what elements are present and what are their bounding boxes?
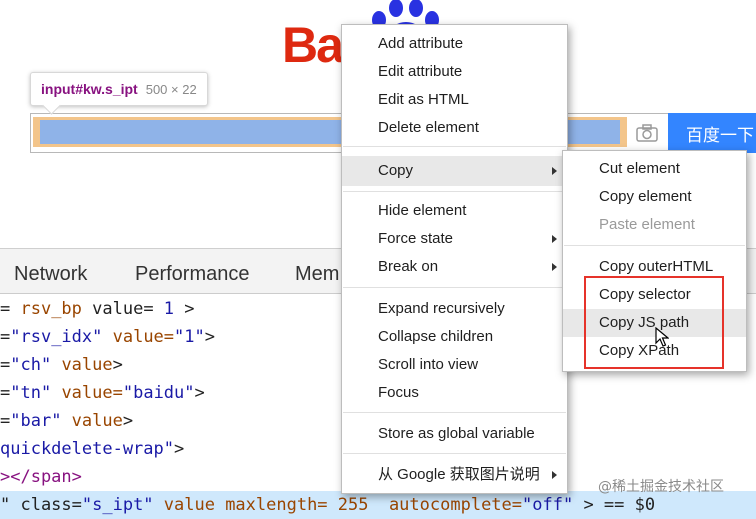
baidu-logo-text: Ba <box>282 17 344 73</box>
code-text: value= <box>81 299 164 319</box>
code-text: "rsv_idx" <box>10 327 103 347</box>
code-text: "off" <box>522 495 574 515</box>
tab-performance[interactable]: Performance <box>135 249 250 293</box>
menu-separator <box>343 287 566 288</box>
submenu-arrow-icon <box>552 263 557 271</box>
submenu-item-copy-element[interactable]: Copy element <box>563 183 746 211</box>
code-text: > <box>174 299 195 319</box>
menu-item-edit-as-html[interactable]: Edit as HTML <box>342 86 567 114</box>
submenu-arrow-icon <box>552 471 557 479</box>
menu-item-break-on[interactable]: Break on <box>342 253 567 281</box>
menu-item-force-state[interactable]: Force state <box>342 225 567 253</box>
submenu-arrow-icon <box>552 235 557 243</box>
watermark: @稀土掘金技术社区 <box>598 479 724 495</box>
code-text: = <box>0 383 11 403</box>
context-menu: Add attribute Edit attribute Edit as HTM… <box>341 24 568 494</box>
submenu-item-cut-element[interactable]: Cut element <box>563 155 746 183</box>
code-text: = <box>0 355 11 375</box>
submenu-item-copy-outerhtml[interactable]: Copy outerHTML <box>563 253 746 281</box>
code-text: value= <box>51 383 123 403</box>
code-text: = <box>0 327 11 347</box>
code-text: = <box>0 411 11 431</box>
menu-item-add-attribute[interactable]: Add attribute <box>342 30 567 58</box>
menu-item-store-as-global-variable[interactable]: Store as global variable <box>342 420 567 448</box>
menu-item-scroll-into-view[interactable]: Scroll into view <box>342 351 567 379</box>
code-text: "baidu" <box>122 383 195 403</box>
menu-item-google-label: 从 Google 获取图片说明 <box>378 466 540 483</box>
code-text: value <box>51 355 113 375</box>
code-text: value <box>61 411 123 431</box>
tab-network[interactable]: Network <box>14 249 87 293</box>
submenu-item-paste-element: Paste element <box>599 216 695 233</box>
code-text: "bar" <box>10 411 62 431</box>
menu-item-expand-recursively[interactable]: Expand recursively <box>342 295 567 323</box>
code-text: "ch" <box>10 355 52 375</box>
code-text: > <box>112 355 123 375</box>
code-text: > <box>194 383 205 403</box>
code-text: > <box>174 439 185 459</box>
code-text: "1" <box>174 327 205 347</box>
code-text: = <box>0 299 21 319</box>
search-button[interactable]: 百度一下 <box>668 113 756 153</box>
menu-item-collapse-children[interactable]: Collapse children <box>342 323 567 351</box>
menu-separator <box>343 412 566 413</box>
menu-item-hide-element[interactable]: Hide element <box>342 197 567 225</box>
menu-separator <box>564 245 745 246</box>
code-text: rsv_bp <box>20 299 82 319</box>
tab-memory[interactable]: Mem <box>295 249 339 293</box>
menu-separator <box>343 146 566 147</box>
code-text: value maxlength= 255 autocomplete= <box>153 495 523 515</box>
menu-item-google-image-description[interactable]: 从 Google 获取图片说明 <box>342 461 567 489</box>
code-text: " class= <box>0 495 82 515</box>
code-text: 1 <box>163 299 175 319</box>
code-text: value= <box>102 327 175 347</box>
submenu-item-copy-selector[interactable]: Copy selector <box>563 281 746 309</box>
menu-item-break-on-label: Break on <box>378 258 439 275</box>
menu-item-delete-element[interactable]: Delete element <box>342 114 567 142</box>
menu-item-copy-label: Copy <box>378 162 414 179</box>
tooltip-dimensions: 500 × 22 <box>145 81 197 97</box>
code-text: > <box>122 411 134 431</box>
submenu-arrow-icon <box>552 167 557 175</box>
menu-separator <box>343 191 566 192</box>
code-text: > == $0 <box>573 495 656 515</box>
code-text: "tn" <box>10 383 52 403</box>
code-text: "s_ipt" <box>81 495 154 515</box>
menu-separator <box>343 453 566 454</box>
tooltip-selector: input#kw.s_ipt <box>41 81 138 97</box>
camera-icon[interactable] <box>627 117 667 149</box>
menu-item-edit-attribute[interactable]: Edit attribute <box>342 58 567 86</box>
code-text: ></span> <box>0 467 82 487</box>
code-text: > <box>204 327 215 347</box>
code-text: quickdelete-wrap" <box>0 439 174 459</box>
menu-item-focus[interactable]: Focus <box>342 379 567 407</box>
menu-item-copy[interactable]: Copy <box>342 156 567 186</box>
menu-item-force-state-label: Force state <box>378 230 454 247</box>
mouse-pointer-icon <box>655 327 669 347</box>
element-inspect-tooltip: input#kw.s_ipt 500 × 22 <box>30 72 208 106</box>
